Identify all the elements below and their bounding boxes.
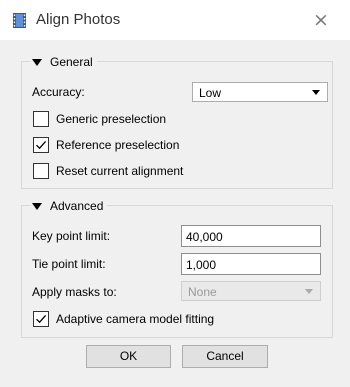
window-title: Align Photos — [36, 11, 121, 28]
ok-button[interactable]: OK — [86, 345, 171, 368]
generic-preselection-checkbox[interactable] — [33, 111, 49, 127]
chevron-down-icon — [305, 289, 313, 294]
dialog-body: General Accuracy: Low Generic preselecti… — [0, 40, 350, 387]
chevron-down-icon — [312, 90, 320, 95]
checkmark-icon — [36, 140, 47, 150]
advanced-group-title: Advanced — [50, 199, 104, 213]
accuracy-value: Low — [199, 86, 222, 100]
reset-alignment-checkbox[interactable] — [33, 163, 49, 179]
tie-point-limit-label: Tie point limit: — [32, 257, 106, 271]
cancel-button[interactable]: Cancel — [182, 345, 268, 368]
tie-point-limit-value: 1,000 — [186, 258, 217, 272]
reference-preselection-checkbox[interactable] — [33, 137, 49, 153]
apply-masks-value: None — [188, 285, 217, 299]
adaptive-fitting-label: Adaptive camera model fitting — [56, 312, 215, 326]
key-point-limit-value: 40,000 — [186, 230, 223, 244]
general-group: General Accuracy: Low Generic preselecti… — [21, 54, 333, 189]
accuracy-select[interactable]: Low — [192, 82, 328, 102]
key-point-limit-label: Key point limit: — [32, 229, 111, 243]
general-group-title: General — [50, 55, 93, 69]
generic-preselection-label: Generic preselection — [56, 112, 167, 126]
apply-masks-label: Apply masks to: — [32, 285, 117, 299]
triangle-down-icon — [32, 202, 42, 210]
general-group-header[interactable]: General — [30, 54, 97, 70]
adaptive-fitting-checkbox[interactable] — [33, 311, 49, 327]
reset-alignment-label: Reset current alignment — [56, 164, 184, 178]
accuracy-label: Accuracy: — [32, 85, 85, 99]
tie-point-limit-field[interactable]: 1,000 — [181, 253, 321, 275]
advanced-group-header[interactable]: Advanced — [30, 198, 108, 214]
key-point-limit-field[interactable]: 40,000 — [181, 225, 321, 247]
apply-masks-select[interactable]: None — [181, 281, 321, 301]
triangle-down-icon — [32, 58, 42, 66]
film-strip-icon — [13, 13, 26, 28]
reference-preselection-label: Reference preselection — [56, 138, 180, 152]
close-icon[interactable]: × — [311, 10, 331, 30]
checkmark-icon — [36, 314, 47, 324]
advanced-group: Advanced Key point limit: 40,000 Tie poi… — [21, 198, 333, 338]
title-bar: Align Photos × — [0, 0, 350, 40]
